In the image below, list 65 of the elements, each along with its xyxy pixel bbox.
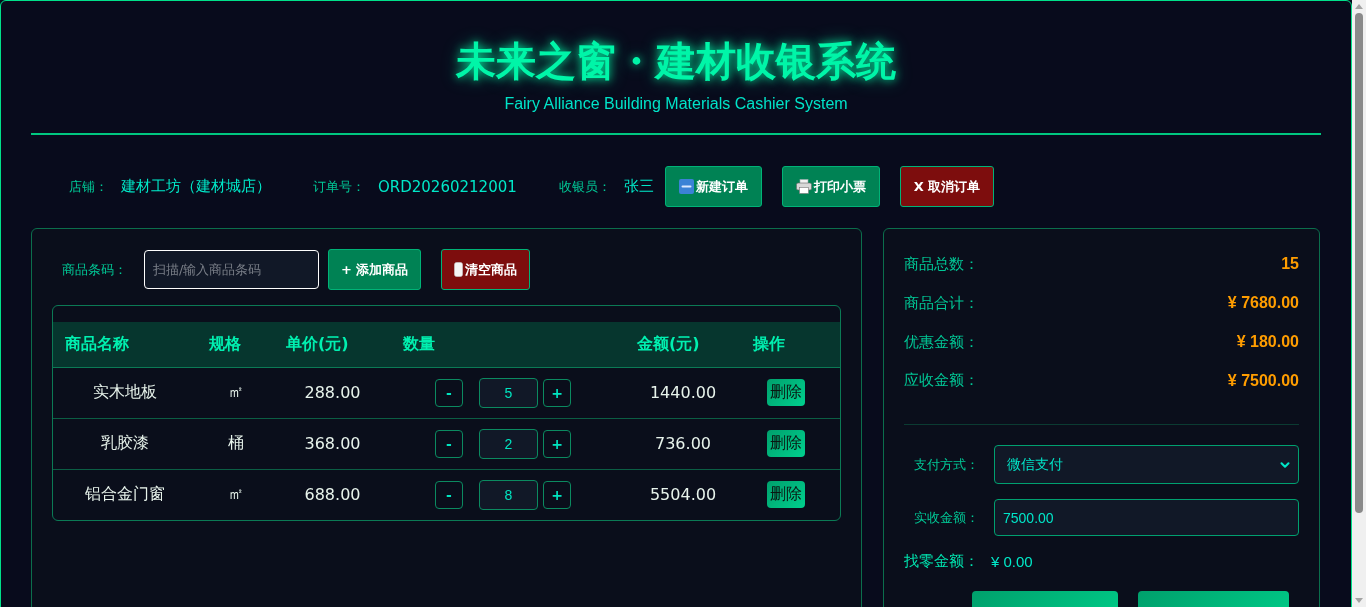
scrollbar-thumb[interactable] [1355, 13, 1363, 513]
info-value: ORD20260212001 [378, 177, 517, 196]
barcode-label: 商品条码： [62, 260, 127, 279]
badge-icon [678, 179, 694, 194]
summary-label: 商品合计： [904, 293, 979, 313]
info-value: 建材工坊（建材城店） [121, 177, 271, 196]
table-cell: 288.00 [304, 383, 361, 402]
summary-label: 商品总数： [904, 254, 979, 274]
table-cell: 688.00 [304, 485, 361, 505]
table-cell: 实木地板 [93, 382, 157, 401]
summary-value: 15 [1281, 255, 1299, 274]
table-cell: 铝合金门窗 [85, 484, 165, 504]
change-value: ¥ 0.00 [991, 553, 1033, 571]
received-amount-label: 实收金额： [913, 508, 980, 527]
table-cell: ㎡ [227, 382, 244, 401]
quantity-input[interactable]: 2 [479, 428, 538, 459]
clear-items-button[interactable]: 清空商品 [441, 249, 531, 290]
summary-label: 优惠金额： [904, 332, 979, 352]
delete-button[interactable]: 删除 [767, 481, 805, 509]
received-amount-input[interactable]: 7500.00 [994, 499, 1299, 537]
barcode-input[interactable]: 扫描/输入商品条码 [144, 250, 319, 289]
print-receipt-button[interactable]: 打印小票 [781, 166, 880, 207]
summary-value: ¥ 7500.00 [1227, 371, 1299, 390]
decrease-button[interactable]: - [435, 429, 463, 458]
column-header: 数量 [391, 322, 625, 367]
table-cell: 桶 [227, 433, 244, 452]
column-header: 操作 [741, 322, 840, 367]
summary-label: 应收金额： [904, 371, 979, 391]
table-cell: 1440.00 [649, 383, 717, 402]
payment-method-select[interactable]: 微信支付 [994, 445, 1299, 485]
table-cell: 5504.00 [649, 485, 717, 505]
summary-value: ¥ 7680.00 [1227, 294, 1299, 313]
increase-button[interactable]: + [543, 480, 571, 509]
decrease-button[interactable]: - [435, 480, 463, 509]
summary-value: ¥ 180.00 [1236, 333, 1299, 352]
add-item-button[interactable]: + 添加商品 [328, 249, 422, 290]
cancel-order-button[interactable]: X 取消订单 [899, 166, 995, 207]
scroll-down-arrow-icon [1355, 598, 1363, 603]
info-label: 店铺： [69, 177, 108, 196]
app-subtitle: Fairy Alliance Building Materials Cashier System [504, 94, 848, 114]
table-cell: 368.00 [304, 434, 361, 453]
column-header: 规格 [197, 322, 274, 367]
payment-method-label: 支付方式： [913, 455, 980, 474]
delete-button[interactable]: 删除 [767, 379, 805, 406]
column-header: 金额(元) [625, 322, 741, 367]
info-value: 张三 [623, 177, 654, 196]
app-title: 未来之窗・建材收银系统 [456, 37, 896, 85]
increase-button[interactable]: + [543, 429, 571, 458]
info-label: 收银员： [558, 177, 611, 196]
decrease-button[interactable]: - [435, 378, 463, 407]
quantity-input[interactable]: 5 [479, 377, 538, 408]
table-cell: 乳胶漆 [101, 433, 149, 452]
scroll-up-arrow-icon [1355, 4, 1363, 9]
column-header: 商品名称 [53, 322, 197, 367]
change-label: 找零金额： [904, 552, 979, 572]
quantity-input[interactable]: 8 [479, 479, 538, 510]
delete-button[interactable]: 删除 [767, 430, 805, 457]
printer-icon [795, 179, 812, 194]
trash-can-icon [454, 262, 464, 277]
column-header: 单价(元) [274, 322, 391, 367]
increase-button[interactable]: + [543, 378, 571, 407]
info-label: 订单号： [313, 177, 365, 196]
new-order-button[interactable]: 新建订单 [664, 166, 762, 207]
table-cell: ㎡ [227, 484, 244, 504]
table-cell: 736.00 [655, 434, 711, 453]
